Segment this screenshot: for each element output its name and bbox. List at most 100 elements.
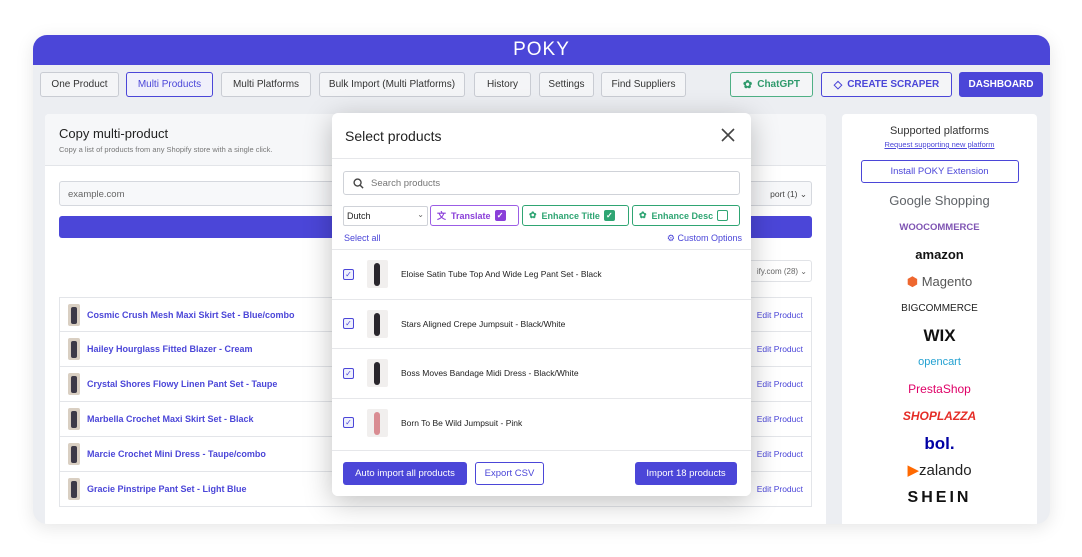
magento-label: Magento: [921, 274, 973, 289]
edit-product-link[interactable]: Edit Product: [757, 310, 803, 320]
search-products-field[interactable]: [343, 171, 740, 195]
product-checkbox[interactable]: ✓: [343, 367, 354, 379]
product-checkbox[interactable]: ✓: [343, 268, 354, 280]
product-name[interactable]: Marbella Crochet Maxi Skirt Set - Black: [87, 414, 254, 424]
search-input[interactable]: [371, 177, 711, 189]
product-name: Eloise Satin Tube Top And Wide Leg Pant …: [401, 269, 602, 280]
product-thumbnail: [367, 309, 388, 338]
dashboard-button[interactable]: DASHBOARD: [959, 72, 1043, 97]
tab-bulk-import[interactable]: Bulk Import (Multi Platforms): [319, 72, 465, 97]
install-extension-button[interactable]: Install POKY Extension: [860, 160, 1019, 183]
chatgpt-label: ChatGPT: [757, 79, 800, 90]
list-item[interactable]: ✓ Stars Aligned Crepe Jumpsuit - Black/Wh…: [332, 298, 751, 349]
enhance-title-toggle[interactable]: ✿ Enhance Title ✓: [522, 205, 629, 226]
platform-prestashop: PrestaShop: [908, 382, 971, 396]
product-list: ✓ Eloise Satin Tube Top And Wide Leg Pant…: [332, 249, 751, 447]
custom-options-label: Custom Options: [677, 233, 742, 243]
product-name: Born To Be Wild Jumpsuit - Pink: [401, 417, 523, 428]
store-url-input[interactable]: example.com: [59, 181, 359, 206]
list-item[interactable]: ✓ Boss Moves Bandage Midi Dress - Black/W…: [332, 348, 751, 398]
product-name[interactable]: Crystal Shores Flowy Linen Pant Set - Ta…: [87, 379, 277, 389]
modal-title: Select products: [345, 127, 442, 144]
translate-icon: 文: [437, 211, 447, 221]
export-csv-button[interactable]: Export CSV: [475, 462, 544, 485]
product-thumbnail: [68, 303, 80, 326]
product-name[interactable]: Gracie Pinstripe Pant Set - Light Blue: [87, 484, 247, 494]
edit-product-link[interactable]: Edit Product: [757, 484, 803, 494]
enhance-desc-label: Enhance Desc: [651, 210, 714, 221]
language-select[interactable]: Dutch ⌄: [343, 206, 428, 226]
product-name[interactable]: Marcie Crochet Mini Dress - Taupe/combo: [87, 449, 266, 459]
platform-shein: SHEIN: [907, 489, 972, 506]
list-item[interactable]: ✓ Born To Be Wild Jumpsuit - Pink: [332, 397, 751, 448]
product-name[interactable]: Hailey Hourglass Fitted Blazer - Cream: [87, 344, 253, 354]
gear-icon: ⚙: [666, 233, 675, 243]
tab-one-product[interactable]: One Product: [40, 72, 119, 97]
product-thumbnail: [367, 359, 388, 388]
enhance-title-label: Enhance Title: [541, 210, 600, 221]
product-checkbox[interactable]: ✓: [343, 318, 354, 330]
import-select[interactable]: port (1) ⌄: [742, 181, 812, 206]
product-thumbnail: [68, 338, 80, 360]
openai-icon: ✿: [743, 79, 753, 91]
poky-logo: POKY: [513, 39, 570, 60]
store-select-value: ify.com (28): [756, 267, 799, 276]
platform-magento: ⬢ Magento: [842, 272, 1037, 291]
product-thumbnail: [68, 478, 80, 500]
platform-opencart: opencart: [918, 356, 961, 368]
product-thumbnail: [68, 408, 80, 430]
platform-wix: WIX: [923, 326, 956, 345]
magento-icon: ⬢: [906, 274, 919, 289]
modal-footer: Auto import all products Export CSV Impo…: [332, 450, 751, 496]
auto-import-button[interactable]: Auto import all products: [343, 462, 467, 485]
edit-product-link[interactable]: Edit Product: [757, 414, 803, 424]
list-item[interactable]: ✓ Eloise Satin Tube Top And Wide Leg Pant…: [332, 249, 751, 299]
request-platform-link[interactable]: Request supporting new platform: [842, 140, 1037, 149]
platform-zalando: ▶zalando: [842, 461, 1037, 480]
product-thumbnail: [68, 373, 80, 395]
translate-toggle[interactable]: 文 Translate ✓: [430, 205, 519, 226]
tab-history[interactable]: History: [474, 72, 531, 97]
openai-icon: ✿: [639, 210, 647, 220]
product-name: Boss Moves Bandage Midi Dress - Black/Wh…: [401, 368, 579, 379]
tab-multi-products[interactable]: Multi Products: [126, 72, 213, 97]
nav-bar: One Product Multi Products Multi Platfor…: [33, 72, 1050, 98]
create-scraper-label: CREATE SCRAPER: [847, 79, 940, 90]
tab-multi-platforms[interactable]: Multi Platforms: [221, 72, 311, 97]
select-all-link[interactable]: Select all: [344, 233, 381, 243]
modal-header: Select products: [332, 113, 751, 159]
zalando-icon: ▶: [907, 462, 919, 479]
platform-bol: bol.: [924, 434, 955, 453]
check-icon: ✓: [494, 210, 506, 221]
edit-product-link[interactable]: Edit Product: [757, 449, 803, 459]
store-select[interactable]: ify.com (28) ⌄: [742, 260, 812, 282]
chatgpt-button[interactable]: ✿ ChatGPT: [730, 72, 813, 97]
create-scraper-button[interactable]: ◇ CREATE SCRAPER: [821, 72, 952, 97]
edit-product-link[interactable]: Edit Product: [757, 379, 803, 389]
platform-woocommerce: WOOCOMMERCE: [899, 222, 980, 233]
enhance-desc-toggle[interactable]: ✿ Enhance Desc: [632, 205, 740, 226]
close-icon[interactable]: [718, 125, 738, 145]
product-name[interactable]: Cosmic Crush Mesh Maxi Skirt Set - Blue/…: [87, 310, 295, 320]
platform-bigcommerce: BIGCOMMERCE: [901, 303, 978, 314]
zalando-label: zalando: [919, 462, 972, 479]
translate-label: Translate: [451, 210, 491, 221]
platform-amazon: amazon: [915, 247, 964, 262]
supported-platforms-panel: Supported platforms Request supporting n…: [842, 114, 1037, 524]
product-name: Stars Aligned Crepe Jumpsuit - Black/Whi…: [401, 318, 566, 329]
side-title: Supported platforms: [889, 125, 990, 137]
search-icon: [353, 177, 364, 189]
diamond-icon: ◇: [833, 79, 843, 91]
language-value: Dutch: [347, 211, 371, 221]
top-bar: POKY: [33, 35, 1050, 65]
import-products-button[interactable]: Import 18 products: [635, 462, 737, 485]
tab-find-suppliers[interactable]: Find Suppliers: [601, 72, 686, 97]
chevron-down-icon: ⌄: [417, 210, 424, 219]
custom-options-link[interactable]: ⚙ Custom Options: [667, 233, 742, 244]
product-checkbox[interactable]: ✓: [343, 417, 354, 429]
product-thumbnail: [68, 443, 80, 465]
tab-settings[interactable]: Settings: [539, 72, 594, 97]
select-products-modal: Select products Dutch ⌄ 文 Translate ✓ ✿ E…: [332, 113, 751, 496]
edit-product-link[interactable]: Edit Product: [757, 344, 803, 354]
platform-google-shopping: Google Shopping: [889, 193, 990, 208]
